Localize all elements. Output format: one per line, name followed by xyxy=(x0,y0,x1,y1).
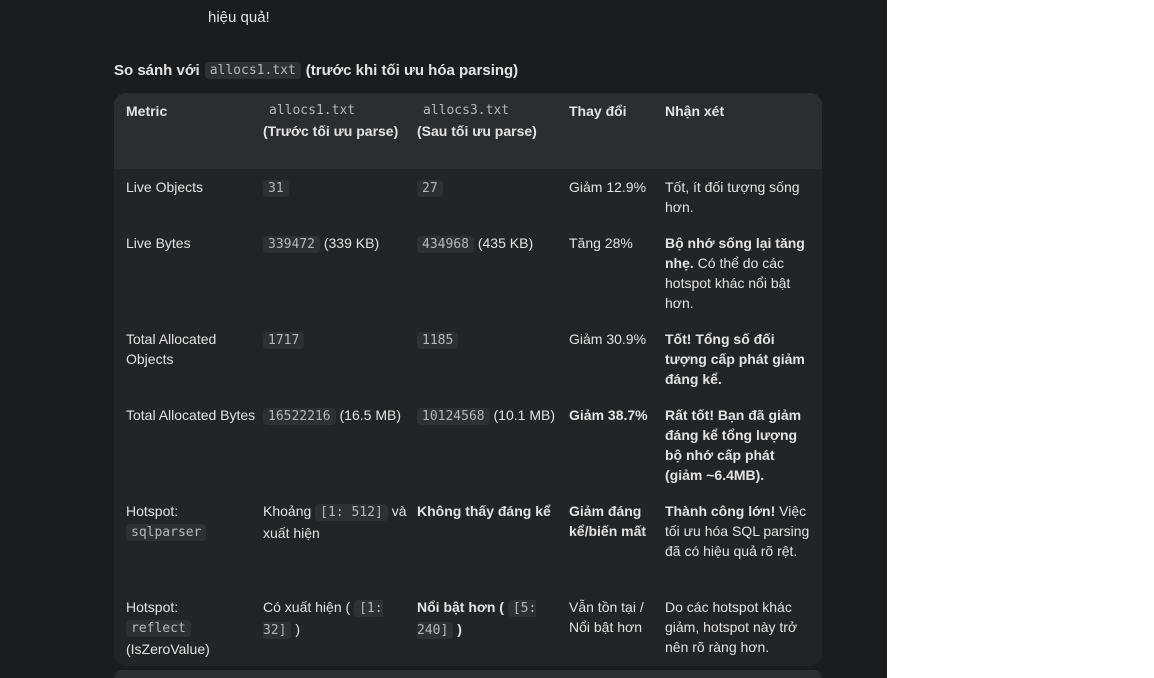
cell-metric: Total Allocated Objects xyxy=(126,331,217,367)
cell-before-code: 339472 xyxy=(263,236,320,253)
comparison-table: Metric allocs1.txt (Trước tối ưu parse) … xyxy=(114,93,822,666)
table-row: Total Allocated Bytes 16522216 (16.5 MB)… xyxy=(114,405,822,501)
cell-after-text: (10.1 MB) xyxy=(493,407,555,423)
cell-metric: Total Allocated Bytes xyxy=(126,407,256,423)
cell-before: Có xuất hiện ( [1: 32] ) xyxy=(263,597,409,641)
cell-note: Do các hotspot khác giảm, hotspot này tr… xyxy=(665,599,798,655)
cell-metric-code: reflect xyxy=(126,620,191,637)
table-header-row: Metric allocs1.txt (Trước tối ưu parse) … xyxy=(114,93,822,169)
cell-after: Không thấy đáng kể xyxy=(417,503,551,519)
header-note: Nhận xét xyxy=(665,103,725,119)
cell-note-bold: Thành công lớn! xyxy=(665,503,776,519)
header-change: Thay đổi xyxy=(569,103,627,119)
chat-response-panel: hiệu quả! So sánh với allocs1.txt (trước… xyxy=(0,0,887,678)
cell-note: Bộ nhớ sống lại tăng nhẹ. Có thể do các … xyxy=(665,233,815,313)
cell-before-code: [1: 512] xyxy=(315,504,388,521)
cell-before: 1717 xyxy=(263,329,409,351)
cell-after: 434968 (435 KB) xyxy=(417,233,561,255)
cell-change: Giảm đáng kể/biến mất xyxy=(569,503,647,539)
cell-after-text: (435 KB) xyxy=(477,235,534,251)
table-row: Hotspot: sqlparser Khoảng [1: 512] và xuấ… xyxy=(114,501,822,597)
header-col2: allocs1.txt (Trước tối ưu parse) xyxy=(263,101,409,141)
cell-after-bold-suffix: ) xyxy=(457,621,462,637)
header-col3-code: allocs3.txt xyxy=(423,103,510,118)
header-metric: Metric xyxy=(126,103,168,119)
cell-before-text: (16.5 MB) xyxy=(339,407,401,423)
cell-after: Nổi bật hơn ( [5: 240] ) xyxy=(417,597,561,641)
cell-before: 31 xyxy=(263,177,409,199)
cell-metric: Hotspot: reflect (IsZeroValue) xyxy=(126,597,256,659)
cell-metric-code: sqlparser xyxy=(126,524,207,541)
cell-before: 339472 (339 KB) xyxy=(263,233,409,255)
cell-metric-label: Hotspot: xyxy=(126,503,179,519)
cell-change: Giảm 38.7% xyxy=(569,407,648,423)
cell-change: Giảm 12.9% xyxy=(569,179,647,195)
next-table-edge xyxy=(114,670,822,678)
cell-before-prefix: Khoảng xyxy=(263,503,312,519)
cell-change: Tăng 28% xyxy=(569,235,633,251)
section-heading: So sánh với allocs1.txt (trước khi tối ư… xyxy=(114,62,518,79)
cell-change: Vẫn tồn tại / Nổi bật hơn xyxy=(569,599,644,635)
previous-paragraph-tail: hiệu quả! xyxy=(208,9,270,26)
cell-before: 16522216 (16.5 MB) xyxy=(263,405,409,427)
cell-before: Khoảng [1: 512] và xuất hiện xyxy=(263,501,409,543)
cell-metric-label: Hotspot: xyxy=(126,599,179,615)
header-col3-label: (Sau tối ưu parse) xyxy=(417,123,537,139)
cell-after-code: 27 xyxy=(417,180,443,197)
cell-after-bold-prefix: Nổi bật hơn ( xyxy=(417,599,504,615)
table-row: Hotspot: reflect (IsZeroValue) Có xuất hiệ… xyxy=(114,597,822,666)
cell-metric-suffix: (IsZeroValue) xyxy=(126,641,210,657)
cell-after-code: 434968 xyxy=(417,236,474,253)
cell-before-code: 16522216 xyxy=(263,408,336,425)
cell-note: Rất tốt! Bạn đã giảm đáng kể tổng lượng … xyxy=(665,407,802,483)
cell-before-prefix: Có xuất hiện ( xyxy=(263,599,351,615)
table-row: Total Allocated Objects 1717 1185 Giảm 3… xyxy=(114,329,822,405)
cell-after-code: 1185 xyxy=(417,332,459,349)
cell-after-code: 10124568 xyxy=(417,408,490,425)
table-row: Live Objects 31 27 Giảm 12.9% Tốt, ít đố… xyxy=(114,177,822,233)
cell-metric: Hotspot: sqlparser xyxy=(126,501,256,543)
cell-before-text: ) xyxy=(295,621,301,637)
header-col3: allocs3.txt (Sau tối ưu parse) xyxy=(417,101,561,141)
cell-change: Giảm 30.9% xyxy=(569,331,647,347)
header-col2-label: (Trước tối ưu parse) xyxy=(263,123,399,139)
cell-metric: Live Bytes xyxy=(126,235,191,251)
cell-after: 27 xyxy=(417,177,561,199)
cell-before-code: 31 xyxy=(263,180,289,197)
heading-code: allocs1.txt xyxy=(204,62,301,79)
table-row: Live Bytes 339472 (339 KB) 434968 (435 K… xyxy=(114,233,822,329)
cell-note: Tốt! Tổng số đối tượng cấp phát giảm đán… xyxy=(665,331,805,387)
cell-metric: Live Objects xyxy=(126,179,204,195)
cell-before-code: 1717 xyxy=(263,332,305,349)
cell-after: 10124568 (10.1 MB) xyxy=(417,405,561,427)
cell-after: 1185 xyxy=(417,329,561,351)
heading-suffix: (trước khi tối ưu hóa parsing) xyxy=(305,62,519,79)
cell-note: Thành công lớn! Việc tối ưu hóa SQL pars… xyxy=(665,501,815,561)
cell-note: Tốt, ít đối tượng sống hơn. xyxy=(665,179,800,215)
heading-prefix: So sánh với xyxy=(114,62,200,79)
header-col2-code: allocs1.txt xyxy=(269,103,356,118)
cell-before-text: (339 KB) xyxy=(323,235,380,251)
